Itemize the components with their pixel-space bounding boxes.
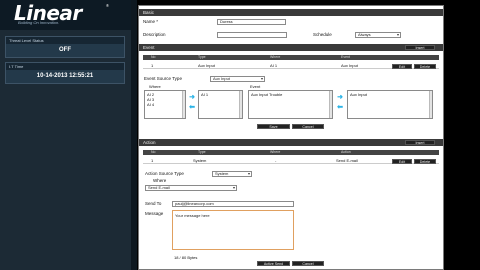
event-row-no: 1 — [151, 63, 154, 68]
scrollbar[interactable] — [429, 91, 432, 118]
action-where-select[interactable]: Send E-mail ▾ — [145, 185, 237, 191]
event-col-event: Event — [341, 55, 350, 59]
chevron-down-icon: ▾ — [396, 32, 399, 37]
schedule-select[interactable]: Always ▾ — [355, 32, 401, 38]
threat-level-label: Threat Level Status — [6, 37, 124, 44]
system-time-label: I.T Time — [6, 63, 124, 70]
scrollbar[interactable] — [239, 91, 242, 118]
move-left-arrow-icon[interactable]: ⬅ — [187, 104, 197, 111]
description-label: Description — [143, 32, 166, 37]
list-item[interactable]: AI 4 — [147, 102, 183, 107]
event-row-where: AI 1 — [270, 63, 278, 68]
sidebar-divider — [131, 0, 137, 270]
event-where-available-list[interactable]: AI 2 AI 3 AI 4 — [144, 90, 186, 119]
event-col-where: Where — [270, 55, 281, 59]
event-col-no: No — [151, 55, 156, 59]
scrollbar[interactable] — [329, 91, 332, 118]
event-source-select[interactable]: Aux Input ▾ — [210, 76, 265, 82]
action-row-where: - — [275, 158, 277, 163]
move-right-arrow-icon[interactable]: ➜ — [187, 94, 197, 101]
action-source-label: Action Source Type — [145, 171, 184, 176]
event-save-button[interactable]: Save — [257, 124, 290, 129]
list-item[interactable]: Aux Input Trouble — [251, 92, 330, 97]
system-time-box: I.T Time 10-14-2013 12:55:21 — [5, 62, 125, 84]
name-label: Name * — [143, 19, 159, 24]
event-table-header: No Type Where Event — [143, 55, 439, 60]
event-event-title: Event — [250, 84, 261, 89]
action-row-action: Send E-mail — [336, 158, 358, 163]
action-where-title: Where — [153, 178, 167, 183]
active-send-button[interactable]: Active Send — [257, 261, 290, 266]
threat-level-value: OFF — [59, 47, 71, 53]
name-field[interactable]: Duress — [217, 19, 286, 25]
action-section-header: Action — [139, 139, 443, 146]
event-selected-list[interactable]: Aux Input — [347, 90, 433, 119]
scrollbar[interactable] — [182, 91, 185, 118]
event-source-value: Aux Input — [213, 76, 230, 81]
brand-tagline: Building On Innovation. — [18, 20, 60, 25]
message-byte-counter: 18 / 80 Bytes — [174, 255, 198, 260]
message-textarea[interactable]: Your message here — [172, 210, 294, 250]
action-cancel-button[interactable]: Cancel — [292, 261, 324, 266]
action-insert-button[interactable]: Insert — [405, 140, 435, 145]
action-col-action: Action — [341, 150, 351, 154]
send-to-label: Send To — [145, 201, 162, 206]
action-col-where: Where — [270, 150, 281, 154]
event-row-type: Aux Input — [198, 63, 215, 68]
action-row-type: System — [193, 158, 207, 163]
event-where-title: Where — [149, 84, 161, 89]
send-to-field[interactable]: paulj@linearcorp.com — [172, 201, 294, 207]
event-delete-button[interactable]: Delete — [414, 64, 436, 69]
action-col-no: No — [151, 150, 156, 154]
event-insert-button[interactable]: Insert — [405, 45, 435, 50]
action-col-type: Type — [198, 150, 206, 154]
schedule-value: Always — [358, 32, 371, 37]
system-time-value: 10-14-2013 12:55:21 — [36, 73, 94, 79]
registered-mark: ® — [106, 3, 109, 8]
action-edit-button[interactable]: Edit — [392, 159, 412, 164]
right-background — [445, 0, 480, 270]
list-item[interactable]: AI 1 — [201, 92, 240, 97]
event-row-event: Aux Input — [341, 63, 358, 68]
action-delete-button[interactable]: Delete — [414, 159, 436, 164]
action-source-select[interactable]: System ▾ — [212, 171, 252, 177]
event-where-selected-list[interactable]: AI 1 — [198, 90, 243, 119]
event-edit-button[interactable]: Edit — [392, 64, 412, 69]
chevron-down-icon: ▾ — [260, 76, 263, 81]
threat-level-box: Threat Level Status OFF — [5, 36, 125, 58]
description-field[interactable] — [217, 32, 287, 38]
logo-area: Linear ® Building On Innovation. — [0, 0, 137, 30]
message-label: Message — [145, 211, 164, 216]
schedule-label: Schedule — [313, 32, 332, 37]
chevron-down-icon: ▾ — [232, 185, 235, 190]
event-section-header: Event — [139, 44, 443, 51]
rule-editor-panel: Basic Name * Duress Description Schedule… — [138, 5, 444, 270]
event-available-list[interactable]: Aux Input Trouble — [248, 90, 333, 119]
chevron-down-icon: ▾ — [247, 171, 250, 176]
move-left-arrow-icon[interactable]: ⬅ — [335, 104, 345, 111]
basic-section-header: Basic — [139, 9, 443, 16]
event-source-label: Event Source Type — [144, 76, 182, 81]
list-item[interactable]: Aux Input — [350, 92, 430, 97]
action-source-value: System — [215, 171, 229, 176]
event-cancel-button[interactable]: Cancel — [292, 124, 324, 129]
event-col-type: Type — [198, 55, 206, 59]
move-right-arrow-icon[interactable]: ➜ — [335, 94, 345, 101]
action-table-header: No Type Where Action — [143, 150, 439, 155]
action-row-no: 1 — [151, 158, 154, 163]
status-sidebar: Linear ® Building On Innovation. Threat … — [0, 0, 137, 270]
action-where-value: Send E-mail — [148, 185, 170, 190]
